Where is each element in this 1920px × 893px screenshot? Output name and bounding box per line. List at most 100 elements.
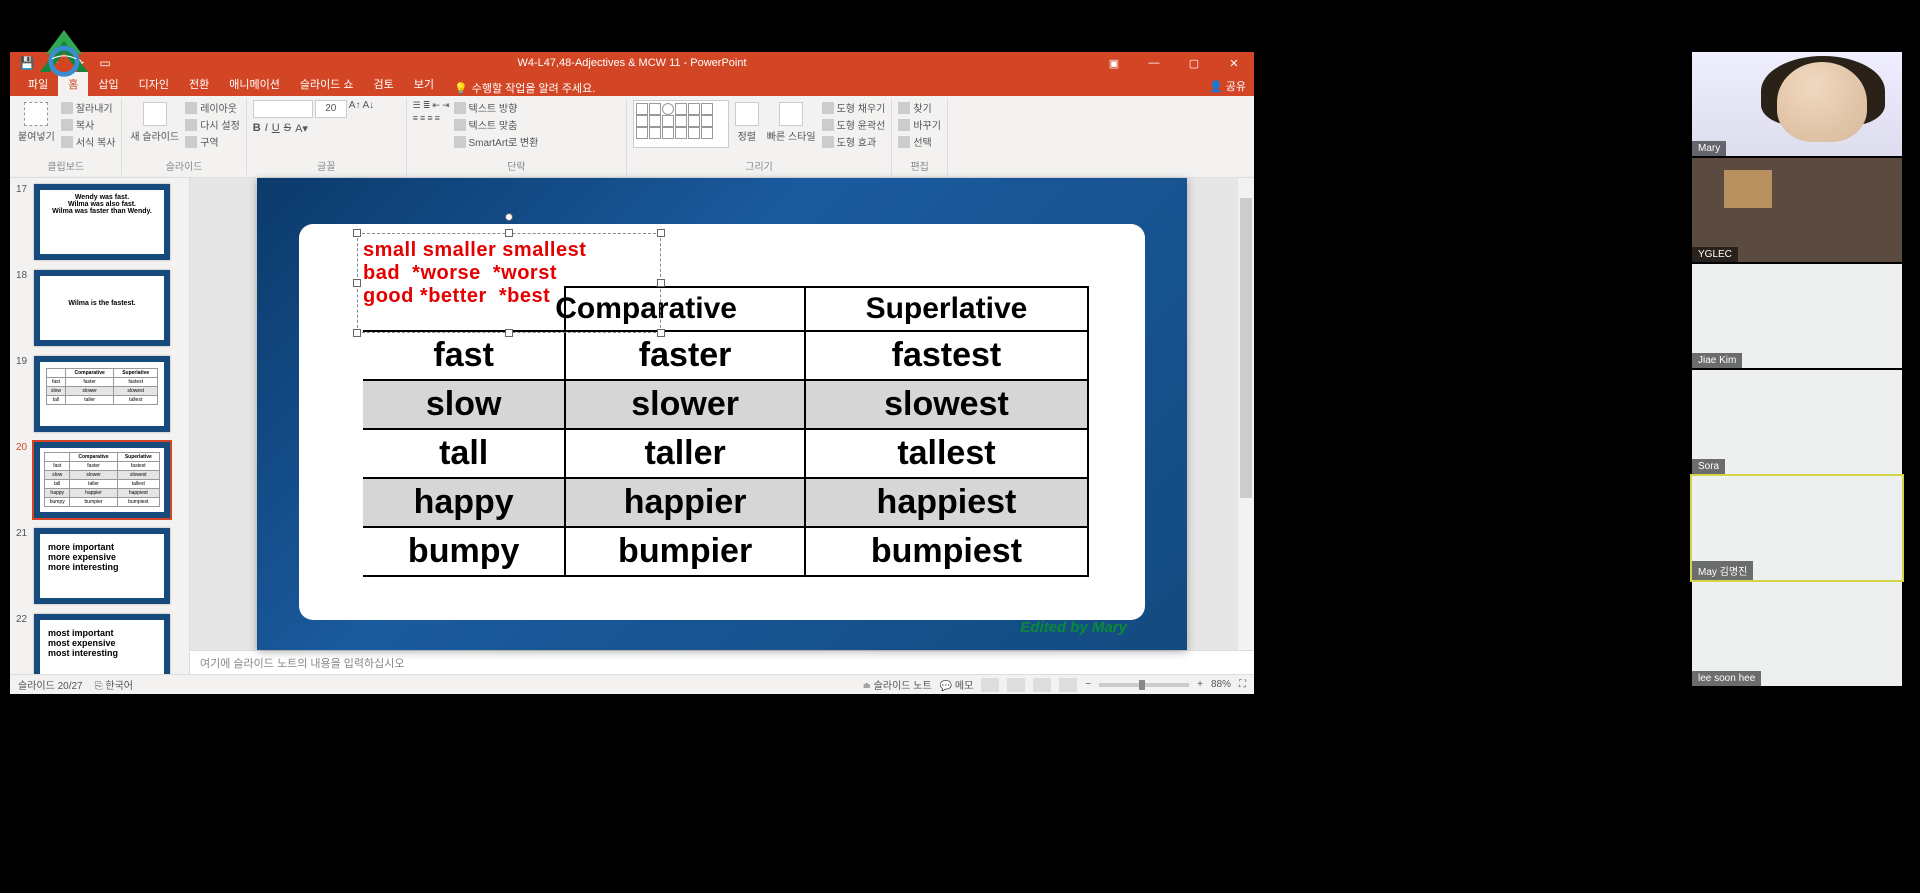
strike-button[interactable]: S — [284, 122, 291, 135]
resize-handle[interactable] — [657, 329, 665, 337]
indent-left-button[interactable]: ⇤ — [432, 100, 440, 111]
layout-button[interactable]: 레이아웃 — [185, 100, 240, 115]
text-align-button[interactable]: 텍스트 맞춤 — [454, 117, 539, 132]
font-color-button[interactable]: A▾ — [295, 122, 308, 135]
shape-outline-button[interactable]: 도형 윤곽선 — [822, 117, 886, 132]
thumbnail-17[interactable]: 17 Wendy was fast. Wilma was also fast. … — [10, 182, 189, 268]
share-button[interactable]: 👤 공유 — [1209, 78, 1246, 94]
thumbnail-panel[interactable]: 17 Wendy was fast. Wilma was also fast. … — [10, 178, 190, 674]
video-tile-may[interactable]: May 김명진 — [1692, 476, 1902, 580]
shape-fill-button[interactable]: 도형 채우기 — [822, 100, 886, 115]
align-center-button[interactable]: ≡ — [420, 113, 425, 123]
thumbnail-22[interactable]: 22 most important most expensive most in… — [10, 612, 189, 674]
shape-effects-button[interactable]: 도형 효과 — [822, 134, 886, 149]
new-slide-button[interactable]: 새 슬라이드 — [128, 100, 181, 156]
video-tile-jiae[interactable]: Jiae Kim — [1692, 264, 1902, 368]
replace-button[interactable]: 바꾸기 — [898, 117, 941, 132]
resize-handle[interactable] — [505, 229, 513, 237]
tab-view[interactable]: 보기 — [404, 72, 444, 96]
tell-me-search[interactable]: 💡 수행할 작업을 알려 주세요. — [454, 80, 595, 96]
copy-button[interactable]: 복사 — [61, 117, 116, 132]
tab-slideshow[interactable]: 슬라이드 쇼 — [290, 72, 364, 96]
align-right-button[interactable]: ≡ — [427, 113, 432, 123]
resize-handle[interactable] — [353, 229, 361, 237]
video-tile-sora[interactable]: Sora — [1692, 370, 1902, 474]
quick-style-icon — [779, 102, 803, 126]
tab-design[interactable]: 디자인 — [129, 72, 179, 96]
zoom-slider[interactable] — [1099, 683, 1189, 687]
tab-transitions[interactable]: 전환 — [179, 72, 219, 96]
slide-area: Comparative Superlative fast faster fast… — [190, 178, 1254, 674]
underline-button[interactable]: U — [272, 122, 280, 135]
align-justify-button[interactable]: ≡ — [435, 113, 440, 123]
bold-button[interactable]: B — [253, 122, 261, 135]
minimize-button[interactable]: — — [1134, 52, 1174, 74]
zoom-out-button[interactable]: − — [1085, 679, 1091, 690]
bullets-button[interactable]: ☰ — [413, 100, 421, 111]
smartart-button[interactable]: SmartArt로 변환 — [454, 134, 539, 149]
zoom-in-button[interactable]: + — [1197, 679, 1203, 690]
rotate-handle[interactable] — [505, 213, 513, 221]
select-button[interactable]: 선택 — [898, 134, 941, 149]
paste-button[interactable]: 붙여넣기 — [16, 100, 57, 156]
resize-handle[interactable] — [353, 329, 361, 337]
arrange-button[interactable]: 정렬 — [733, 100, 761, 156]
italic-button[interactable]: I — [265, 122, 268, 135]
comments-toggle[interactable]: 💬 메모 — [940, 677, 974, 692]
participant-label: YGLEC — [1692, 247, 1738, 262]
tab-review[interactable]: 검토 — [364, 72, 404, 96]
group-label: 편집 — [898, 156, 941, 173]
notes-pane[interactable]: 여기에 슬라이드 노트의 내용을 입력하십시오 — [190, 650, 1254, 674]
thumbnail-19[interactable]: 19 ComparativeSuperlative fastfasterfast… — [10, 354, 189, 440]
text-direction-button[interactable]: 텍스트 방향 — [454, 100, 539, 115]
view-sorter-button[interactable] — [1007, 678, 1025, 692]
zoom-knob[interactable] — [1139, 680, 1145, 690]
cut-button[interactable]: 잘라내기 — [61, 100, 116, 115]
table-cell: tallest — [805, 429, 1088, 478]
vertical-scrollbar[interactable] — [1238, 178, 1254, 650]
language-indicator[interactable]: ⎘ 한국어 — [95, 677, 133, 692]
thumbnail-20[interactable]: 20 ComparativeSuperlative fastfasterfast… — [10, 440, 189, 526]
section-button[interactable]: 구역 — [185, 134, 240, 149]
ribbon-collapse-icon[interactable]: ▣ — [1094, 52, 1134, 74]
shape-gallery[interactable] — [633, 100, 729, 148]
resize-handle[interactable] — [353, 279, 361, 287]
close-button[interactable]: ✕ — [1214, 52, 1254, 74]
irregular-textbox[interactable]: small smaller smallest bad *worse *worst… — [357, 233, 661, 333]
quick-style-button[interactable]: 빠른 스타일 — [765, 100, 818, 156]
find-button[interactable]: 찾기 — [898, 100, 941, 115]
font-size-input[interactable]: 20 — [315, 100, 347, 118]
slideshow-icon[interactable]: ▭ — [96, 54, 114, 72]
video-tile-mary[interactable]: Mary — [1692, 52, 1902, 156]
notes-placeholder: 여기에 슬라이드 노트의 내용을 입력하십시오 — [200, 658, 405, 670]
thumbnail-21[interactable]: 21 more important more expensive more in… — [10, 526, 189, 612]
current-slide[interactable]: Comparative Superlative fast faster fast… — [257, 178, 1187, 650]
view-slideshow-button[interactable] — [1059, 678, 1077, 692]
resize-handle[interactable] — [657, 279, 665, 287]
view-normal-button[interactable] — [981, 678, 999, 692]
thumbnail-18[interactable]: 18 Wilma is the fastest. — [10, 268, 189, 354]
video-tile-yglec[interactable]: YGLEC — [1692, 158, 1902, 262]
participant-label: May 김명진 — [1692, 561, 1753, 580]
view-reading-button[interactable] — [1033, 678, 1051, 692]
maximize-button[interactable]: ▢ — [1174, 52, 1214, 74]
reset-button[interactable]: 다시 설정 — [185, 117, 240, 132]
zoom-level[interactable]: 88% — [1211, 679, 1231, 690]
notes-toggle[interactable]: ≐ 슬라이드 노트 — [863, 677, 932, 692]
slide-canvas[interactable]: Comparative Superlative fast faster fast… — [190, 178, 1254, 650]
tab-animations[interactable]: 애니메이션 — [219, 72, 290, 96]
video-tile-lee[interactable]: lee soon hee — [1692, 582, 1902, 686]
shrink-font-button[interactable]: A↓ — [362, 100, 374, 118]
format-painter-button[interactable]: 서식 복사 — [61, 134, 116, 149]
scrollbar-thumb[interactable] — [1240, 198, 1252, 498]
resize-handle[interactable] — [657, 229, 665, 237]
resize-handle[interactable] — [505, 329, 513, 337]
align-left-button[interactable]: ≡ — [413, 113, 418, 123]
grow-font-button[interactable]: A↑ — [349, 100, 361, 118]
font-name-input[interactable] — [253, 100, 313, 118]
table-cell: bumpy — [363, 527, 565, 576]
participant-label: lee soon hee — [1692, 671, 1761, 686]
numbering-button[interactable]: ≣ — [423, 100, 431, 111]
indent-right-button[interactable]: ⇥ — [442, 100, 450, 111]
fit-window-button[interactable]: ⛶ — [1239, 679, 1246, 690]
